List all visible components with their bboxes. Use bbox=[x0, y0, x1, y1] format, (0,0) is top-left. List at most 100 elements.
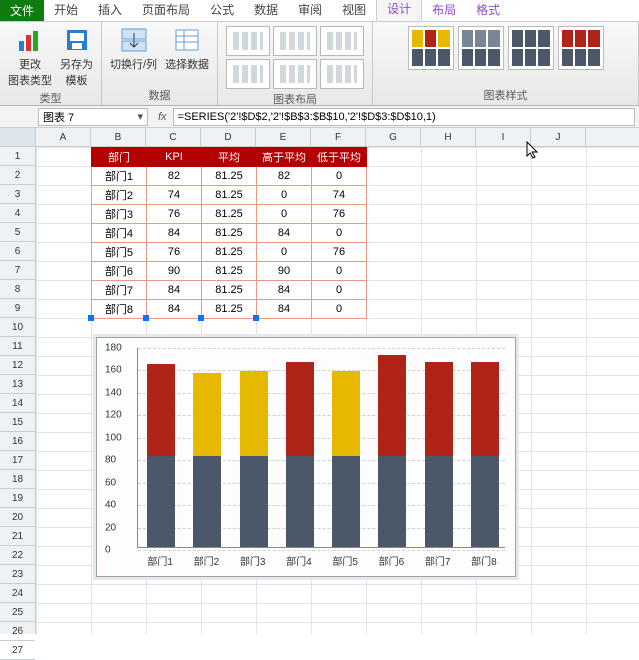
chart-bar[interactable] bbox=[378, 355, 406, 547]
row-header[interactable]: 17 bbox=[0, 451, 35, 470]
table-cell[interactable]: 部门7 bbox=[92, 281, 147, 300]
layout-item[interactable] bbox=[226, 59, 270, 89]
chart-bar[interactable] bbox=[425, 362, 453, 547]
col-header[interactable]: I bbox=[476, 128, 531, 146]
table-cell[interactable]: 81.25 bbox=[202, 167, 257, 186]
chart-layout-gallery[interactable] bbox=[226, 26, 364, 89]
tab-design[interactable]: 设计 bbox=[376, 0, 422, 21]
table-cell[interactable]: 81.25 bbox=[202, 205, 257, 224]
row-header[interactable]: 2 bbox=[0, 166, 35, 185]
col-header[interactable]: G bbox=[366, 128, 421, 146]
cells[interactable]: 部门KPI平均高于平均低于平均部门18281.25820部门27481.2507… bbox=[36, 147, 639, 634]
table-cell[interactable]: 76 bbox=[312, 243, 367, 262]
table-cell[interactable]: 部门3 bbox=[92, 205, 147, 224]
row-header[interactable]: 1 bbox=[0, 147, 35, 166]
row-header[interactable]: 15 bbox=[0, 413, 35, 432]
col-header[interactable]: A bbox=[36, 128, 91, 146]
table-cell[interactable]: 部门5 bbox=[92, 243, 147, 262]
table-cell[interactable]: 部门8 bbox=[92, 300, 147, 319]
row-header[interactable]: 19 bbox=[0, 489, 35, 508]
col-header[interactable]: C bbox=[146, 128, 201, 146]
table-cell[interactable]: 0 bbox=[312, 262, 367, 281]
embedded-chart[interactable]: 020406080100120140160180部门1部门2部门3部门4部门5部… bbox=[96, 337, 516, 577]
table-cell[interactable]: 81.25 bbox=[202, 186, 257, 205]
select-data-button[interactable]: 选择数据 bbox=[165, 26, 209, 72]
fx-icon[interactable]: fx bbox=[158, 111, 167, 123]
style-item[interactable] bbox=[558, 26, 604, 70]
change-chart-type-button[interactable]: 更改 图表类型 bbox=[8, 26, 52, 88]
table-cell[interactable]: 部门6 bbox=[92, 262, 147, 281]
row-header[interactable]: 24 bbox=[0, 584, 35, 603]
row-header[interactable]: 23 bbox=[0, 565, 35, 584]
selection-handle[interactable] bbox=[198, 315, 204, 321]
tab-format[interactable]: 格式 bbox=[466, 0, 510, 21]
table-cell[interactable]: 部门4 bbox=[92, 224, 147, 243]
row-header[interactable]: 18 bbox=[0, 470, 35, 489]
table-cell[interactable]: 90 bbox=[147, 262, 202, 281]
table-cell[interactable]: 84 bbox=[147, 224, 202, 243]
selection-handle[interactable] bbox=[143, 315, 149, 321]
switch-row-col-button[interactable]: 切换行/列 bbox=[110, 26, 157, 72]
plot-area[interactable] bbox=[137, 348, 505, 548]
table-cell[interactable]: 74 bbox=[312, 186, 367, 205]
tab-insert[interactable]: 插入 bbox=[88, 0, 132, 21]
row-header[interactable]: 26 bbox=[0, 622, 35, 641]
selection-handle[interactable] bbox=[253, 315, 259, 321]
row-header[interactable]: 21 bbox=[0, 527, 35, 546]
row-header[interactable]: 14 bbox=[0, 394, 35, 413]
style-item[interactable] bbox=[408, 26, 454, 70]
table-cell[interactable]: 74 bbox=[147, 186, 202, 205]
row-header[interactable]: 25 bbox=[0, 603, 35, 622]
chart-bar[interactable] bbox=[147, 364, 175, 547]
col-header[interactable]: H bbox=[421, 128, 476, 146]
layout-item[interactable] bbox=[320, 59, 364, 89]
row-header[interactable]: 10 bbox=[0, 318, 35, 337]
row-header[interactable]: 7 bbox=[0, 261, 35, 280]
col-header[interactable]: E bbox=[256, 128, 311, 146]
row-headers[interactable]: 1234567891011121314151617181920212223242… bbox=[0, 128, 36, 634]
layout-item[interactable] bbox=[273, 26, 317, 56]
chart-bar[interactable] bbox=[193, 373, 221, 547]
table-cell[interactable]: 81.25 bbox=[202, 224, 257, 243]
file-tab[interactable]: 文件 bbox=[0, 0, 44, 21]
tab-formulas[interactable]: 公式 bbox=[200, 0, 244, 21]
table-cell[interactable]: 81.25 bbox=[202, 300, 257, 319]
chart-bar[interactable] bbox=[286, 362, 314, 547]
row-header[interactable]: 4 bbox=[0, 204, 35, 223]
layout-item[interactable] bbox=[226, 26, 270, 56]
style-item[interactable] bbox=[458, 26, 504, 70]
table-cell[interactable]: 0 bbox=[312, 300, 367, 319]
col-header[interactable]: D bbox=[201, 128, 256, 146]
row-header[interactable]: 12 bbox=[0, 356, 35, 375]
save-as-template-button[interactable]: 另存为 模板 bbox=[60, 26, 93, 88]
chart-bar[interactable] bbox=[240, 371, 268, 547]
table-cell[interactable]: 81.25 bbox=[202, 262, 257, 281]
name-box[interactable]: 图表 7 ▾ bbox=[38, 108, 148, 126]
table-cell[interactable]: 81.25 bbox=[202, 243, 257, 262]
table-cell[interactable]: 部门2 bbox=[92, 186, 147, 205]
row-header[interactable]: 11 bbox=[0, 337, 35, 356]
row-header[interactable]: 22 bbox=[0, 546, 35, 565]
chart-bar[interactable] bbox=[471, 362, 499, 547]
table-cell[interactable]: 0 bbox=[312, 281, 367, 300]
table-cell[interactable]: 84 bbox=[257, 224, 312, 243]
table-cell[interactable]: 82 bbox=[257, 167, 312, 186]
table-cell[interactable]: 0 bbox=[312, 224, 367, 243]
tab-pagelayout[interactable]: 页面布局 bbox=[132, 0, 200, 21]
row-header[interactable]: 9 bbox=[0, 299, 35, 318]
style-item[interactable] bbox=[508, 26, 554, 70]
col-header[interactable]: B bbox=[91, 128, 146, 146]
chart-bar[interactable] bbox=[332, 371, 360, 547]
row-header[interactable]: 8 bbox=[0, 280, 35, 299]
table-cell[interactable]: 0 bbox=[312, 167, 367, 186]
tab-review[interactable]: 审阅 bbox=[288, 0, 332, 21]
tab-home[interactable]: 开始 bbox=[44, 0, 88, 21]
col-header[interactable]: F bbox=[311, 128, 366, 146]
selection-handle[interactable] bbox=[88, 315, 94, 321]
table-cell[interactable]: 76 bbox=[147, 205, 202, 224]
formula-bar[interactable]: =SERIES('2'!$D$2,'2'!$B$3:$B$10,'2'!$D$3… bbox=[173, 108, 635, 126]
table-cell[interactable]: 84 bbox=[257, 300, 312, 319]
row-header[interactable]: 16 bbox=[0, 432, 35, 451]
table-cell[interactable]: 0 bbox=[257, 243, 312, 262]
table-cell[interactable]: 84 bbox=[147, 281, 202, 300]
